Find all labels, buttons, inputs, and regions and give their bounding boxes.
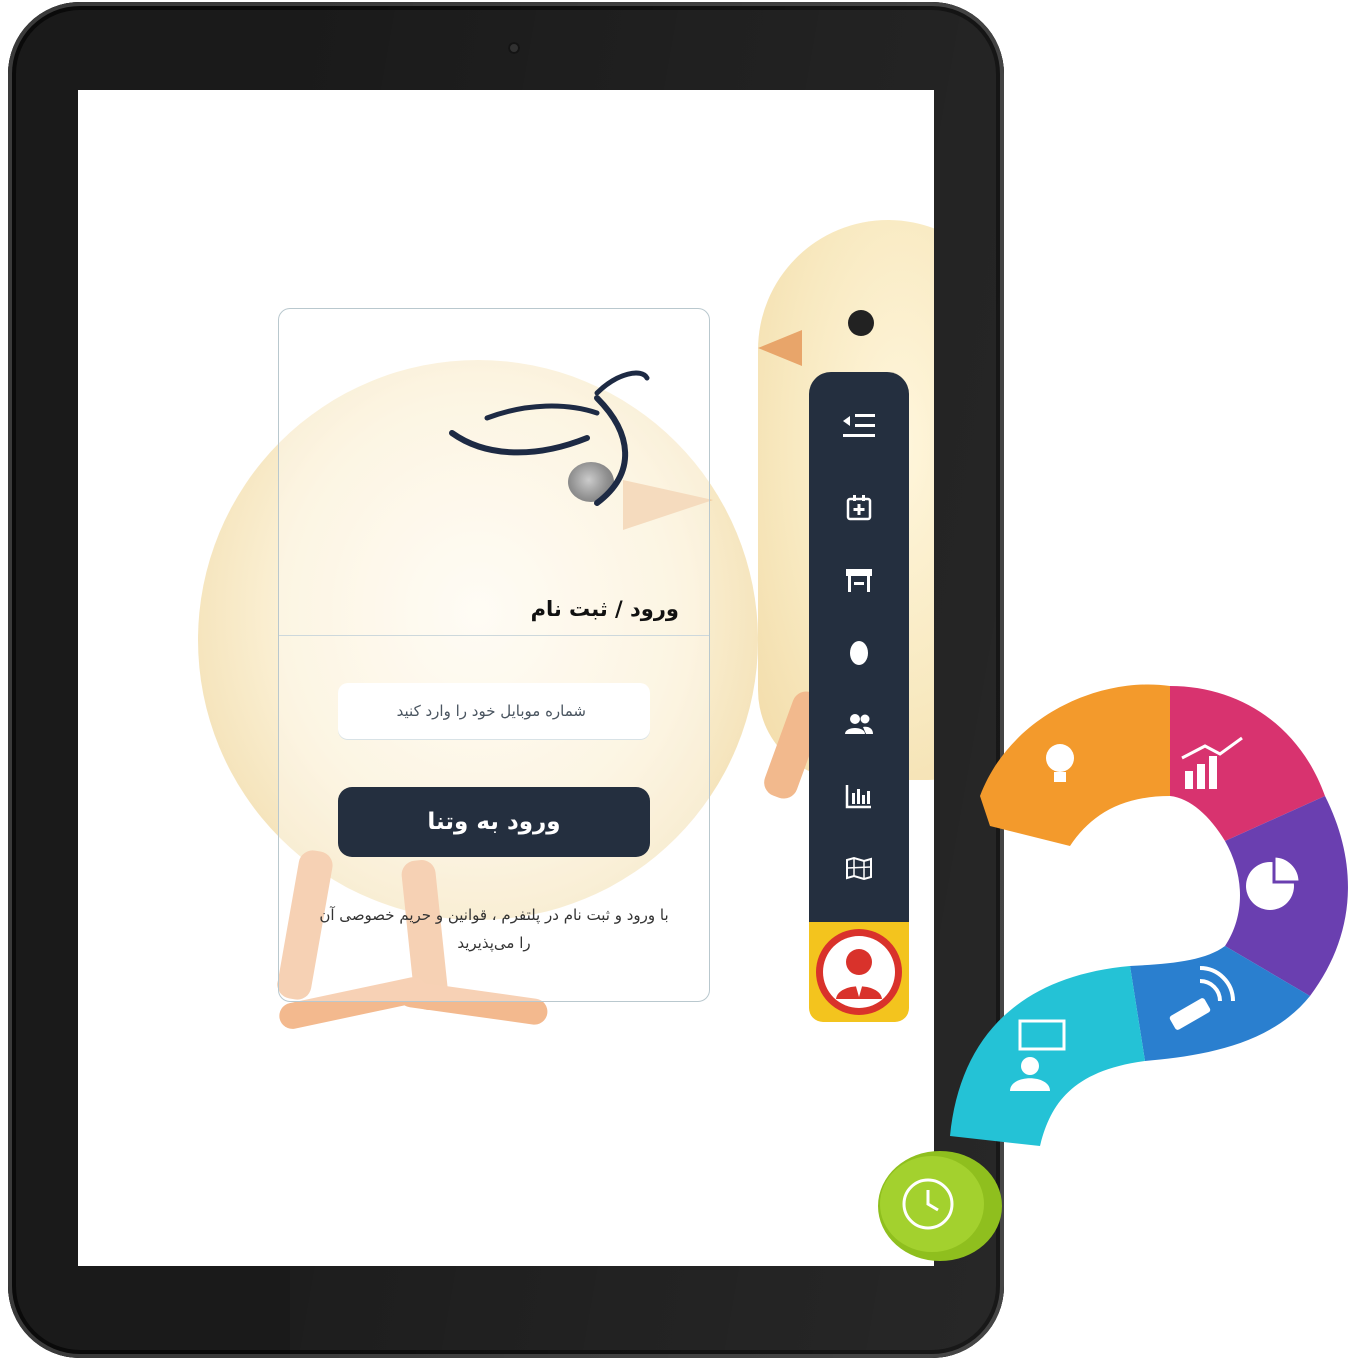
collapse-menu-icon[interactable]	[837, 406, 881, 450]
front-camera	[508, 42, 520, 54]
chick-eye-right	[848, 310, 874, 336]
login-button[interactable]: ورود به وتنا	[338, 787, 650, 857]
app-screen: ورود / ثبت نام ورود به وتنا با ورود و ثب…	[78, 90, 934, 1266]
login-card: ورود / ثبت نام ورود به وتنا با ورود و ثب…	[278, 308, 710, 1002]
calendar-add-icon[interactable]	[837, 486, 881, 530]
terms-notice: با ورود و ثبت نام در پلتفرم ، قوانین و ح…	[319, 906, 669, 952]
page-title: ورود / ثبت نام	[530, 597, 679, 621]
egg-icon[interactable]	[837, 630, 881, 674]
store-icon[interactable]	[837, 558, 881, 602]
card-divider	[279, 635, 709, 636]
question-mark-infographic	[878, 684, 1348, 1261]
phone-number-input[interactable]	[338, 683, 650, 739]
brand-logo	[449, 370, 650, 506]
chick-beak-right	[758, 330, 802, 366]
